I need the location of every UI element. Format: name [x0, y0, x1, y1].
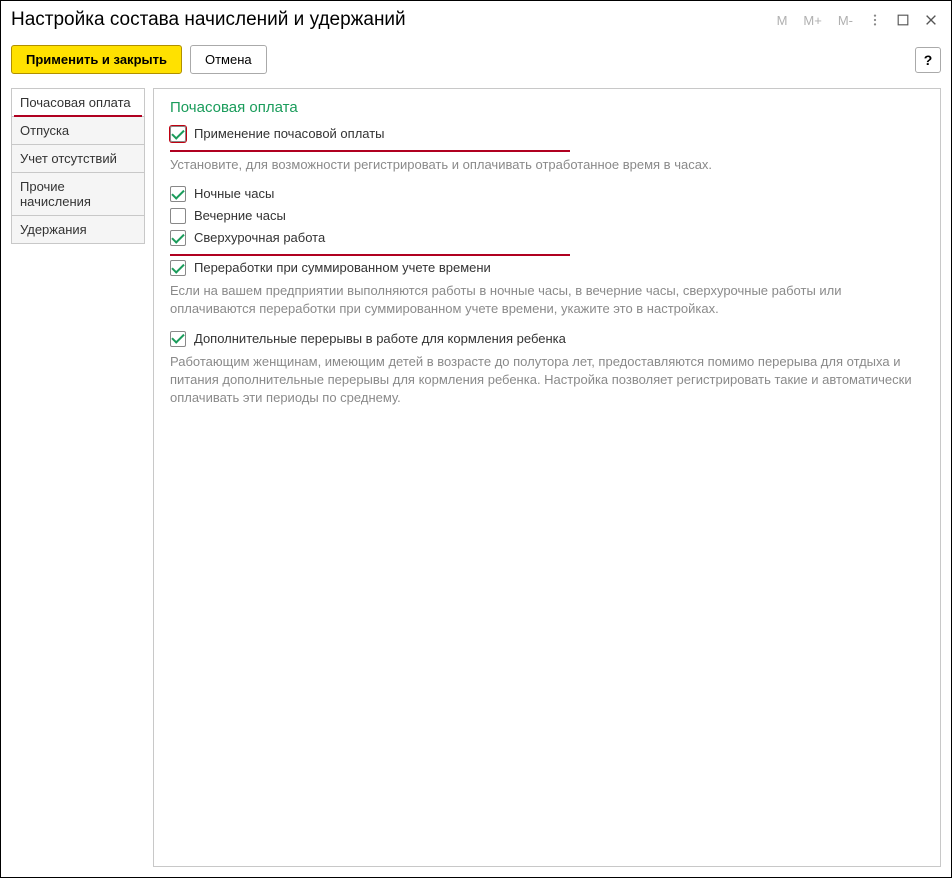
cancel-button[interactable]: Отмена	[190, 45, 267, 74]
content-panel: Почасовая оплата Применение почасовой оп…	[153, 88, 941, 867]
close-icon[interactable]	[921, 10, 941, 30]
row-night: Ночные часы	[170, 186, 924, 202]
checkbox-overtime[interactable]	[170, 230, 186, 246]
sidebar: Почасовая оплата Отпуска Учет отсутствий…	[11, 88, 145, 867]
row-overtime: Сверхурочная работа	[170, 230, 924, 246]
checkbox-night[interactable]	[170, 186, 186, 202]
calc-m[interactable]: М	[773, 11, 792, 30]
hint-use-hourly: Установите, для возможности регистрирова…	[170, 156, 924, 174]
label-evening[interactable]: Вечерние часы	[194, 208, 286, 224]
sidebar-item-vacations[interactable]: Отпуска	[11, 116, 145, 145]
hint-summarized: Если на вашем предприятии выполняются ра…	[170, 282, 924, 318]
checkbox-summarized[interactable]	[170, 260, 186, 276]
sidebar-item-hourly[interactable]: Почасовая оплата	[11, 88, 145, 117]
section-title: Почасовая оплата	[170, 99, 924, 116]
label-overtime[interactable]: Сверхурочная работа	[194, 230, 325, 246]
sidebar-item-label: Прочие начисления	[20, 179, 91, 209]
hint-nursing: Работающим женщинам, имеющим детей в воз…	[170, 353, 924, 408]
maximize-icon[interactable]	[893, 10, 913, 30]
sidebar-item-deductions[interactable]: Удержания	[11, 215, 145, 244]
apply-close-button[interactable]: Применить и закрыть	[11, 45, 182, 74]
checkbox-nursing[interactable]	[170, 331, 186, 347]
titlebar-controls: М М+ М-	[773, 10, 941, 30]
row-nursing: Дополнительные перерывы в работе для кор…	[170, 331, 924, 347]
calc-mminus[interactable]: М-	[834, 11, 857, 30]
sidebar-item-other[interactable]: Прочие начисления	[11, 172, 145, 216]
checkbox-evening[interactable]	[170, 208, 186, 224]
checkbox-use-hourly[interactable]	[170, 126, 186, 142]
help-button[interactable]: ?	[915, 47, 941, 73]
label-nursing[interactable]: Дополнительные перерывы в работе для кор…	[194, 331, 566, 347]
sidebar-item-absences[interactable]: Учет отсутствий	[11, 144, 145, 173]
label-use-hourly[interactable]: Применение почасовой оплаты	[194, 126, 385, 142]
sidebar-item-label: Удержания	[20, 222, 87, 237]
sidebar-item-label: Учет отсутствий	[20, 151, 117, 166]
body: Почасовая оплата Отпуска Учет отсутствий…	[1, 80, 951, 877]
row-use-hourly: Применение почасовой оплаты	[170, 126, 924, 142]
toolbar: Применить и закрыть Отмена ?	[1, 39, 951, 80]
kebab-menu-icon[interactable]	[865, 10, 885, 30]
sidebar-item-label: Почасовая оплата	[20, 95, 131, 110]
sidebar-item-label: Отпуска	[20, 123, 69, 138]
label-night[interactable]: Ночные часы	[194, 186, 274, 202]
window: Настройка состава начислений и удержаний…	[0, 0, 952, 878]
calc-mplus[interactable]: М+	[799, 11, 825, 30]
row-evening: Вечерние часы	[170, 208, 924, 224]
titlebar: Настройка состава начислений и удержаний…	[1, 1, 951, 39]
row-summarized: Переработки при суммированном учете врем…	[170, 260, 924, 276]
window-title: Настройка состава начислений и удержаний	[11, 9, 773, 31]
label-summarized[interactable]: Переработки при суммированном учете врем…	[194, 260, 491, 276]
